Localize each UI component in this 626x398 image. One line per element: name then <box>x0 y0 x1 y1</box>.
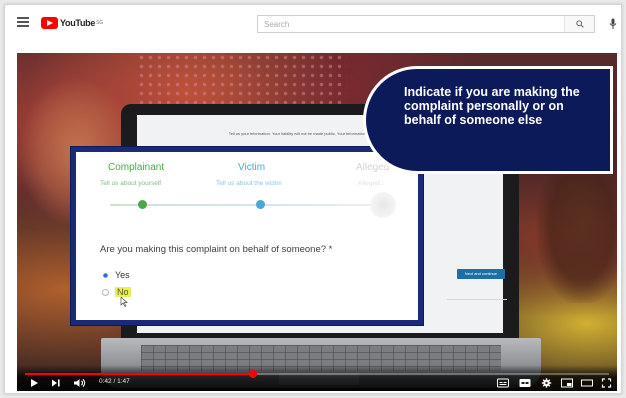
step-complainant: Complainant <box>108 162 165 173</box>
theater-icon[interactable] <box>581 378 593 388</box>
youtube-header: YouTube SG <box>5 5 621 41</box>
search-box <box>257 15 595 33</box>
option-yes-label: Yes <box>115 270 130 280</box>
radio-yes[interactable] <box>102 271 109 279</box>
captions-icon[interactable] <box>519 378 531 388</box>
search-input[interactable] <box>258 16 564 32</box>
zoomed-form-card: Complainant Tell us about yourself Victi… <box>71 147 423 325</box>
logo-country-code: SG <box>96 20 104 26</box>
background-person <box>537 163 617 303</box>
video-player[interactable]: Tell us your information. Your liability… <box>17 53 617 391</box>
step-progress-line <box>110 204 380 206</box>
mouse-cursor-icon <box>120 297 128 307</box>
search-button[interactable] <box>564 16 594 32</box>
player-controls: 0:42 / 1:47 <box>17 365 617 391</box>
browser-frame: YouTube SG Tell us your information. You… <box>4 4 622 394</box>
video-scrubber-handle[interactable] <box>248 370 257 378</box>
microphone-icon[interactable] <box>609 18 617 30</box>
option-no-label: No <box>115 287 131 297</box>
radio-no[interactable] <box>102 288 109 296</box>
video-time: 0:42 / 1:47 <box>99 378 130 385</box>
instruction-callout: Indicate if you are making the complaint… <box>363 66 613 174</box>
form-question: Are you making this complaint on behalf … <box>100 244 333 255</box>
volume-icon[interactable] <box>73 378 87 388</box>
video-progress-played <box>25 373 253 375</box>
step-dot-alleged <box>370 192 396 218</box>
fullscreen-icon[interactable] <box>601 378 612 388</box>
callout-text: Indicate if you are making the complaint… <box>404 85 580 127</box>
option-yes[interactable]: Yes <box>102 270 130 280</box>
background-next-button: Next and continue <box>457 269 505 279</box>
step-dot-complainant <box>138 200 147 209</box>
background-form-divider <box>447 299 507 300</box>
miniplayer-icon[interactable] <box>561 378 573 388</box>
step-victim: Victim <box>238 162 266 173</box>
video-progress-bar[interactable] <box>25 370 609 378</box>
menu-icon[interactable] <box>17 17 29 27</box>
logo-text: YouTube <box>60 18 96 28</box>
youtube-play-logo-icon <box>41 17 58 29</box>
search-icon <box>575 20 584 28</box>
step-dot-victim <box>256 200 265 209</box>
settings-icon[interactable] <box>541 378 552 388</box>
play-icon[interactable] <box>29 378 39 388</box>
youtube-logo[interactable]: YouTube SG <box>41 16 103 30</box>
step-complainant-subtitle: Tell us about yourself <box>100 180 162 187</box>
step-alleged-subtitle: Alleged... <box>358 180 386 187</box>
next-icon[interactable] <box>51 378 61 388</box>
step-victim-subtitle: Tell us about the victim <box>216 180 282 187</box>
subtitles-icon[interactable] <box>497 378 509 388</box>
option-no[interactable]: No <box>102 287 131 297</box>
